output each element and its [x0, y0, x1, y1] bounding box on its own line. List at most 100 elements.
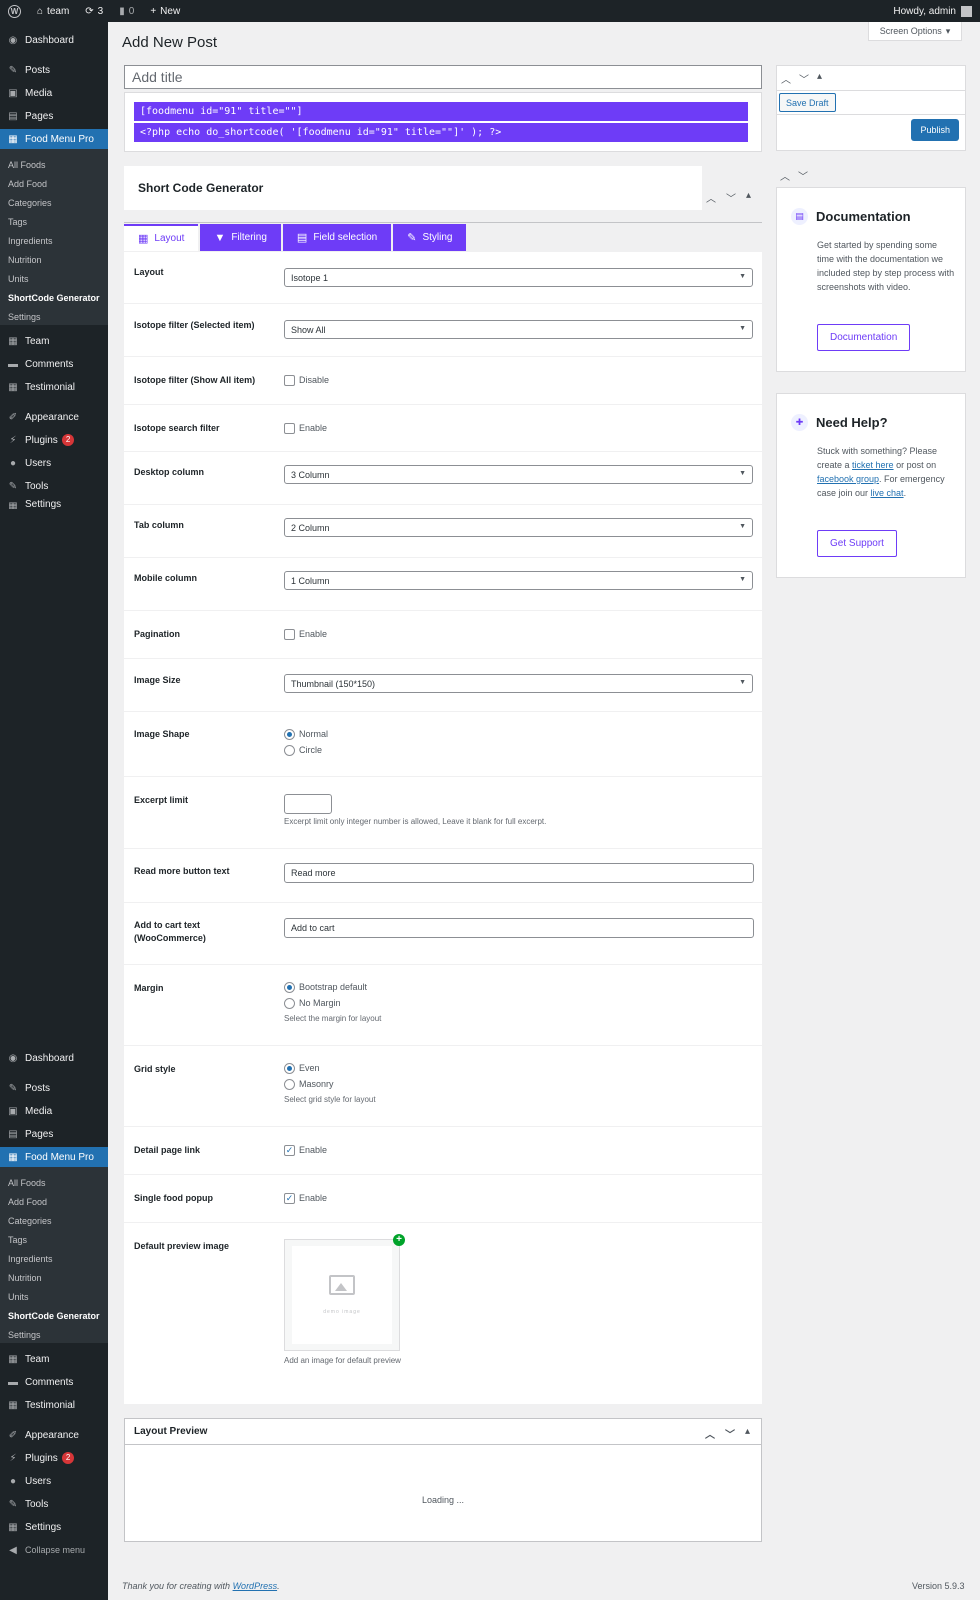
updates-link[interactable]: ⟳ 3: [77, 0, 111, 22]
post-title-input[interactable]: Add title: [124, 65, 762, 89]
ticket-link[interactable]: ticket here: [852, 460, 894, 470]
menu-media-2[interactable]: ▣ Media: [0, 1101, 108, 1121]
move-down-icon[interactable]: ﹀: [726, 190, 736, 205]
grid-masonry-radio[interactable]: Masonry: [284, 1076, 376, 1092]
tab-field-selection[interactable]: ▤ Field selection: [282, 224, 392, 251]
submenu-categories[interactable]: Categories: [8, 196, 52, 210]
margin-none-radio[interactable]: No Margin: [284, 995, 381, 1011]
image-shape-normal-radio[interactable]: Normal: [284, 726, 328, 742]
menu-pages[interactable]: ▤ Pages: [0, 106, 108, 126]
menu-food-menu-pro[interactable]: ▦ Food Menu Pro: [0, 129, 108, 149]
margin-bootstrap-radio[interactable]: Bootstrap default: [284, 979, 381, 995]
toggle-panel-icon[interactable]: ▴: [745, 1426, 750, 1441]
submenu-add-food[interactable]: Add Food: [8, 177, 47, 191]
menu-food-menu-pro-2[interactable]: ▦ Food Menu Pro: [0, 1147, 108, 1167]
isotope-selected-select[interactable]: Show All ▼: [284, 320, 753, 339]
menu-comments[interactable]: ▬ Comments: [0, 354, 108, 374]
documentation-button[interactable]: Documentation: [817, 324, 911, 351]
menu-appearance-2[interactable]: ✐ Appearance: [0, 1425, 108, 1445]
menu-plugins[interactable]: ⚡ Plugins 2: [0, 430, 108, 450]
submenu-shortcode-generator-2[interactable]: ShortCode Generator: [8, 1309, 100, 1323]
menu-users-2[interactable]: ● Users: [0, 1471, 108, 1491]
image-shape-circle-radio[interactable]: Circle: [284, 742, 328, 758]
wp-logo-menu[interactable]: W: [0, 0, 29, 22]
php-shortcode-line[interactable]: <?php echo do_shortcode( '[foodmenu id="…: [134, 123, 748, 142]
grid-even-radio[interactable]: Even: [284, 1060, 376, 1076]
read-more-text-input[interactable]: Read more: [284, 863, 754, 883]
detail-link-checkbox[interactable]: ✓ Enable: [284, 1143, 327, 1157]
move-up-icon[interactable]: ︿: [781, 71, 791, 86]
submenu-ingredients[interactable]: Ingredients: [8, 234, 53, 248]
submenu-all-foods-2[interactable]: All Foods: [8, 1176, 46, 1190]
default-image-preview[interactable]: demo image +: [284, 1234, 405, 1351]
submenu-settings-2[interactable]: Settings: [8, 1328, 41, 1342]
menu-pages-2[interactable]: ▤ Pages: [0, 1124, 108, 1144]
submenu-tags-2[interactable]: Tags: [8, 1233, 27, 1247]
save-draft-button[interactable]: Save Draft: [779, 93, 836, 112]
submenu-units[interactable]: Units: [8, 272, 29, 286]
move-down-icon[interactable]: ﹀: [725, 1426, 735, 1441]
menu-team[interactable]: ▦ Team: [0, 331, 108, 351]
submenu-settings[interactable]: Settings: [8, 310, 41, 324]
tab-styling[interactable]: ✎ Styling: [393, 224, 467, 251]
menu-dashboard-2[interactable]: ◉ Dashboard: [0, 1048, 108, 1068]
move-up-icon[interactable]: ︿: [705, 1426, 715, 1441]
menu-team-2[interactable]: ▦ Team: [0, 1349, 108, 1369]
single-popup-checkbox[interactable]: ✓ Enable: [284, 1191, 327, 1205]
collapse-menu-button[interactable]: ◀ Collapse menu: [0, 1540, 108, 1560]
layout-select[interactable]: Isotope 1 ▼: [284, 268, 753, 287]
live-chat-link[interactable]: live chat: [871, 488, 904, 498]
isotope-search-checkbox[interactable]: Enable: [284, 421, 327, 435]
get-support-button[interactable]: Get Support: [817, 530, 897, 557]
move-down-icon[interactable]: ﹀: [799, 71, 809, 86]
publish-button[interactable]: Publish: [911, 119, 959, 141]
wordpress-link[interactable]: WordPress: [233, 1581, 278, 1591]
menu-posts-2[interactable]: ✎ Posts: [0, 1078, 108, 1098]
toggle-panel-icon[interactable]: ▴: [817, 71, 822, 86]
add-to-cart-text-input[interactable]: Add to cart: [284, 918, 754, 938]
menu-posts[interactable]: ✎ Posts: [0, 60, 108, 80]
move-up-icon[interactable]: ︿: [706, 190, 716, 205]
screen-options-toggle[interactable]: Screen Options ▾: [868, 22, 962, 41]
submenu-nutrition[interactable]: Nutrition: [8, 253, 42, 267]
mobile-column-select[interactable]: 1 Column ▼: [284, 571, 753, 590]
add-image-icon[interactable]: +: [393, 1234, 405, 1246]
menu-media[interactable]: ▣ Media: [0, 83, 108, 103]
new-content-link[interactable]: + New: [142, 0, 188, 22]
menu-tools[interactable]: ✎ Tools: [0, 476, 108, 496]
pagination-checkbox[interactable]: Enable: [284, 627, 327, 641]
submenu-ingredients-2[interactable]: Ingredients: [8, 1252, 53, 1266]
menu-dashboard[interactable]: ◉ Dashboard: [0, 30, 108, 50]
submenu-add-food-2[interactable]: Add Food: [8, 1195, 47, 1209]
desktop-column-select[interactable]: 3 Column ▼: [284, 465, 753, 484]
menu-tools-2[interactable]: ✎ Tools: [0, 1494, 108, 1514]
submenu-units-2[interactable]: Units: [8, 1290, 29, 1304]
tab-layout[interactable]: ▦ Layout: [124, 224, 199, 251]
move-up-icon[interactable]: ︿: [780, 168, 790, 183]
toggle-panel-icon[interactable]: ▴: [746, 190, 751, 205]
menu-testimonial-2[interactable]: ▦ Testimonial: [0, 1395, 108, 1415]
submenu-nutrition-2[interactable]: Nutrition: [8, 1271, 42, 1285]
comments-link[interactable]: ▮ 0: [111, 0, 142, 22]
menu-plugins-2[interactable]: ⚡ Plugins 2: [0, 1448, 108, 1468]
submenu-categories-2[interactable]: Categories: [8, 1214, 52, 1228]
menu-appearance[interactable]: ✐ Appearance: [0, 407, 108, 427]
move-down-icon[interactable]: ﹀: [798, 168, 808, 183]
isotope-show-all-checkbox[interactable]: Disable: [284, 373, 329, 387]
menu-settings-2[interactable]: ▦ Settings: [0, 1517, 108, 1537]
facebook-group-link[interactable]: facebook group: [817, 474, 879, 484]
menu-testimonial[interactable]: ▦ Testimonial: [0, 377, 108, 397]
my-account[interactable]: Howdy, admin: [893, 5, 980, 17]
submenu-tags[interactable]: Tags: [8, 215, 27, 229]
menu-users[interactable]: ● Users: [0, 453, 108, 473]
tab-column-select[interactable]: 2 Column ▼: [284, 518, 753, 537]
site-name-link[interactable]: ⌂ team: [29, 0, 77, 22]
submenu-all-foods[interactable]: All Foods: [8, 158, 46, 172]
image-size-select[interactable]: Thumbnail (150*150) ▼: [284, 674, 753, 693]
menu-settings-clipped[interactable]: ▦ Settings: [0, 499, 108, 509]
excerpt-limit-input[interactable]: [284, 794, 332, 814]
tab-filtering[interactable]: ▼ Filtering: [200, 224, 281, 251]
menu-comments-2[interactable]: ▬ Comments: [0, 1372, 108, 1392]
shortcode-line[interactable]: [foodmenu id="91" title=""]: [134, 102, 748, 121]
submenu-shortcode-generator[interactable]: ShortCode Generator: [8, 291, 100, 305]
